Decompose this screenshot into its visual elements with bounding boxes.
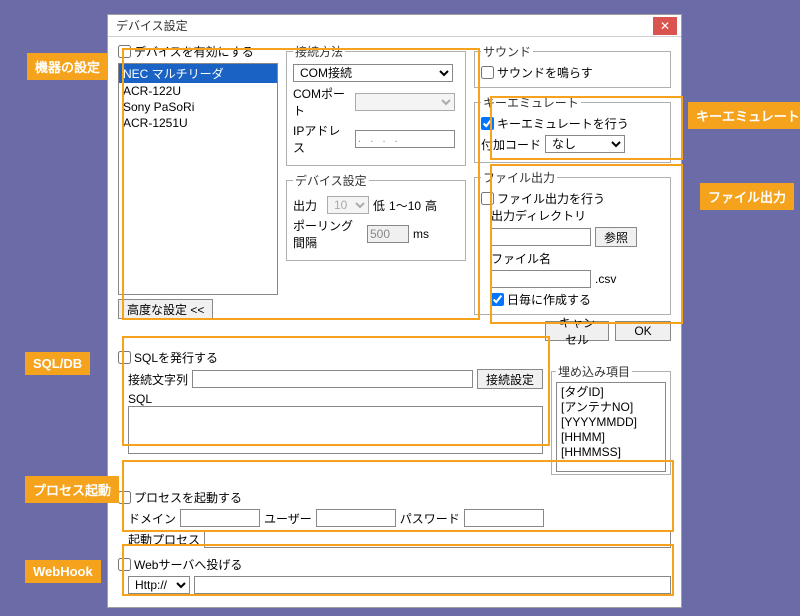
user-input[interactable]: [316, 509, 396, 527]
close-button[interactable]: ✕: [653, 17, 677, 35]
fileout-fieldset: ファイル出力 ファイル出力を行う 出力ディレクトリ 参照 ファイル名: [474, 169, 671, 315]
scheme-select[interactable]: Http://: [128, 576, 190, 594]
connection-type-select[interactable]: COM接続: [293, 64, 453, 82]
list-item[interactable]: [タグID]: [561, 385, 661, 400]
dialog-window: デバイス設定 ✕ デバイスを有効にする NEC マルチリーダ ACR-122U …: [107, 14, 682, 608]
embed-listbox[interactable]: [タグID] [アンテナNO] [YYYYMMDD] [HHMM] [HHMMS…: [556, 382, 666, 472]
tag-sql: SQL/DB: [25, 352, 90, 375]
advanced-settings-button[interactable]: 高度な設定 <<: [118, 299, 213, 319]
keyemu-fieldset: キーエミュレート キーエミュレートを行う 付加コード なし: [474, 94, 671, 163]
webhook-url-input[interactable]: [194, 576, 671, 594]
list-item[interactable]: ACR-1251U: [119, 115, 277, 131]
list-item[interactable]: [HHMM]: [561, 430, 661, 445]
list-item[interactable]: [YYYYMMDD]: [561, 415, 661, 430]
sql-checkbox[interactable]: SQLを発行する: [118, 349, 543, 366]
list-item[interactable]: ACR-122U: [119, 83, 277, 99]
embed-fieldset: 埋め込み項目 [タグID] [アンテナNO] [YYYYMMDD] [HHMM]…: [551, 363, 671, 475]
tag-webhook: WebHook: [25, 560, 101, 583]
sql-textarea[interactable]: [128, 406, 543, 454]
comport-select[interactable]: [355, 93, 455, 111]
exec-process-input[interactable]: [204, 530, 671, 548]
conn-settings-button[interactable]: 接続設定: [477, 369, 543, 389]
titlebar: デバイス設定 ✕: [108, 15, 681, 37]
addcode-select[interactable]: なし: [545, 135, 625, 153]
daily-checkbox[interactable]: 日毎に作成する: [491, 291, 664, 308]
webhook-checkbox[interactable]: Webサーバへ投げる: [118, 556, 671, 573]
sound-fieldset: サウンド サウンドを鳴らす: [474, 43, 671, 88]
cancel-button[interactable]: キャンセル: [545, 321, 609, 341]
connection-string-input[interactable]: [192, 370, 473, 388]
polling-input[interactable]: [367, 225, 409, 243]
output-dir-input[interactable]: [491, 228, 591, 246]
browse-button[interactable]: 参照: [595, 227, 637, 247]
domain-input[interactable]: [180, 509, 260, 527]
password-input[interactable]: [464, 509, 544, 527]
sound-checkbox[interactable]: サウンドを鳴らす: [481, 64, 664, 81]
output-select[interactable]: 10: [327, 196, 369, 214]
window-title: デバイス設定: [116, 17, 653, 34]
list-item[interactable]: Sony PaSoRi: [119, 99, 277, 115]
tag-fileout: ファイル出力: [700, 183, 794, 210]
connection-fieldset: 接続方法 COM接続 COMポート IPアドレス . . . .: [286, 43, 466, 166]
keyemu-checkbox[interactable]: キーエミュレートを行う: [481, 115, 664, 132]
device-listbox[interactable]: NEC マルチリーダ ACR-122U Sony PaSoRi ACR-1251…: [118, 63, 278, 295]
list-item[interactable]: [アンテナNO]: [561, 400, 661, 415]
tag-keyemu: キーエミュレート: [688, 102, 800, 129]
device-settings-fieldset: デバイス設定 出力 10 低 1～10 高 ポーリング間隔 ms: [286, 172, 466, 261]
enable-device-checkbox[interactable]: デバイスを有効にする: [118, 43, 278, 60]
process-checkbox[interactable]: プロセスを起動する: [118, 489, 671, 506]
filename-input[interactable]: [491, 270, 591, 288]
list-item[interactable]: [HHMMSS]: [561, 445, 661, 460]
ip-address-input[interactable]: . . . .: [355, 130, 455, 148]
tag-device: 機器の設定: [27, 53, 108, 80]
tag-process: プロセス起動: [25, 476, 119, 503]
list-item[interactable]: NEC マルチリーダ: [119, 64, 277, 83]
fileout-checkbox[interactable]: ファイル出力を行う: [481, 190, 664, 207]
ok-button[interactable]: OK: [615, 321, 671, 341]
